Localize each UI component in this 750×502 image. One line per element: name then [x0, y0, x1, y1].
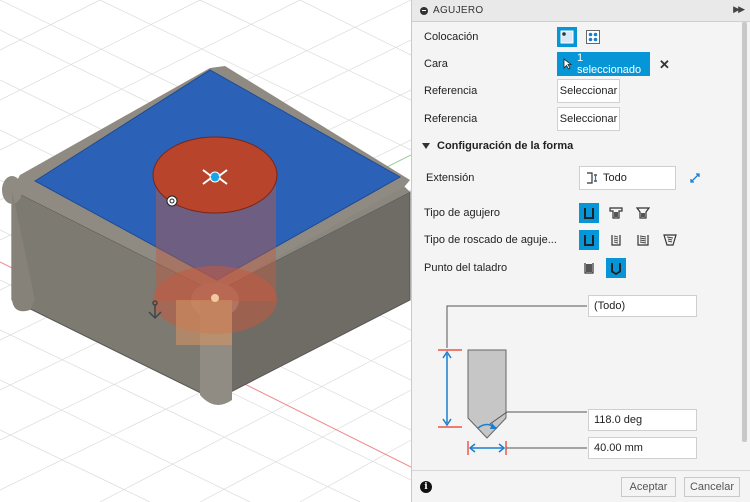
viewport-canvas[interactable] — [0, 0, 411, 502]
multi-point-icon[interactable] — [583, 27, 603, 47]
flip-icon[interactable] — [685, 168, 705, 188]
extent-row: Extensión Todo — [412, 166, 742, 190]
expand-icon[interactable]: ▶▶ — [733, 4, 745, 15]
face-select-button[interactable]: 1 seleccionado — [557, 52, 650, 76]
collapse-icon[interactable] — [420, 6, 428, 15]
depth-input[interactable]: (Todo) — [588, 295, 697, 317]
close-icon[interactable]: ✕ — [659, 57, 670, 73]
drill-point-label: Punto del taladro — [424, 262, 508, 274]
reference1-select-button[interactable]: Seleccionar — [557, 79, 620, 103]
extent-label: Extensión — [426, 172, 475, 184]
tap-simple-icon[interactable] — [579, 230, 599, 250]
hole-type-label: Tipo de agujero — [424, 207, 501, 219]
tap-type-row: Tipo de roscado de aguje... — [412, 228, 742, 252]
placement-label: Colocación — [424, 31, 479, 43]
dialog-title: AGUJERO — [433, 5, 484, 16]
drill-point-row: Punto del taladro — [412, 256, 742, 280]
drill-angle-icon[interactable] — [606, 258, 626, 278]
extent-all-icon — [587, 172, 597, 184]
hole-dialog: AGUJERO ▶▶ Colocación Cara 1 seleccionad… — [411, 0, 750, 502]
hole-type-row: Tipo de agujero — [412, 201, 742, 225]
point-placement-icon[interactable] — [557, 27, 577, 47]
reference1-row: Referencia Seleccionar — [412, 79, 742, 103]
tap-type-label: Tipo de roscado de aguje... — [424, 234, 557, 246]
placement-row: Colocación — [412, 25, 742, 49]
tap-tapped-icon[interactable] — [633, 230, 653, 250]
face-row: Cara 1 seleccionado ✕ — [412, 52, 742, 76]
reference2-select-button[interactable]: Seleccionar — [557, 107, 620, 131]
cancel-button[interactable]: Cancelar — [684, 477, 740, 497]
simple-hole-icon[interactable] — [579, 203, 599, 223]
face-select-value: 1 seleccionado — [576, 52, 642, 76]
counterbore-icon[interactable] — [606, 203, 626, 223]
drill-flat-icon[interactable] — [579, 258, 599, 278]
dialog-titlebar: AGUJERO ▶▶ — [412, 0, 750, 22]
tap-taper-icon[interactable] — [660, 230, 680, 250]
diameter-input[interactable]: 40.00 mm — [588, 437, 697, 459]
reference2-label: Referencia — [424, 113, 478, 125]
reference2-row: Referencia Seleccionar — [412, 107, 742, 131]
extent-value: Todo — [603, 172, 627, 184]
extent-dropdown[interactable]: Todo — [579, 166, 676, 190]
hole-preview[interactable] — [152, 136, 278, 345]
cursor-icon — [563, 58, 572, 70]
info-icon[interactable]: i — [420, 481, 432, 493]
section-collapse-icon — [422, 143, 430, 149]
shape-section-header[interactable]: Configuración de la forma — [422, 140, 573, 152]
shape-section-title: Configuración de la forma — [437, 140, 574, 152]
3d-viewport[interactable] — [0, 0, 411, 502]
ok-button[interactable]: Aceptar — [621, 477, 676, 497]
face-label: Cara — [424, 58, 448, 70]
dialog-footer: i Aceptar Cancelar — [412, 470, 750, 502]
countersink-icon[interactable] — [633, 203, 653, 223]
panel-scrollbar[interactable] — [742, 22, 747, 442]
tap-clearance-icon[interactable] — [606, 230, 626, 250]
angle-input[interactable]: 118.0 deg — [588, 409, 697, 431]
reference1-label: Referencia — [424, 85, 478, 97]
